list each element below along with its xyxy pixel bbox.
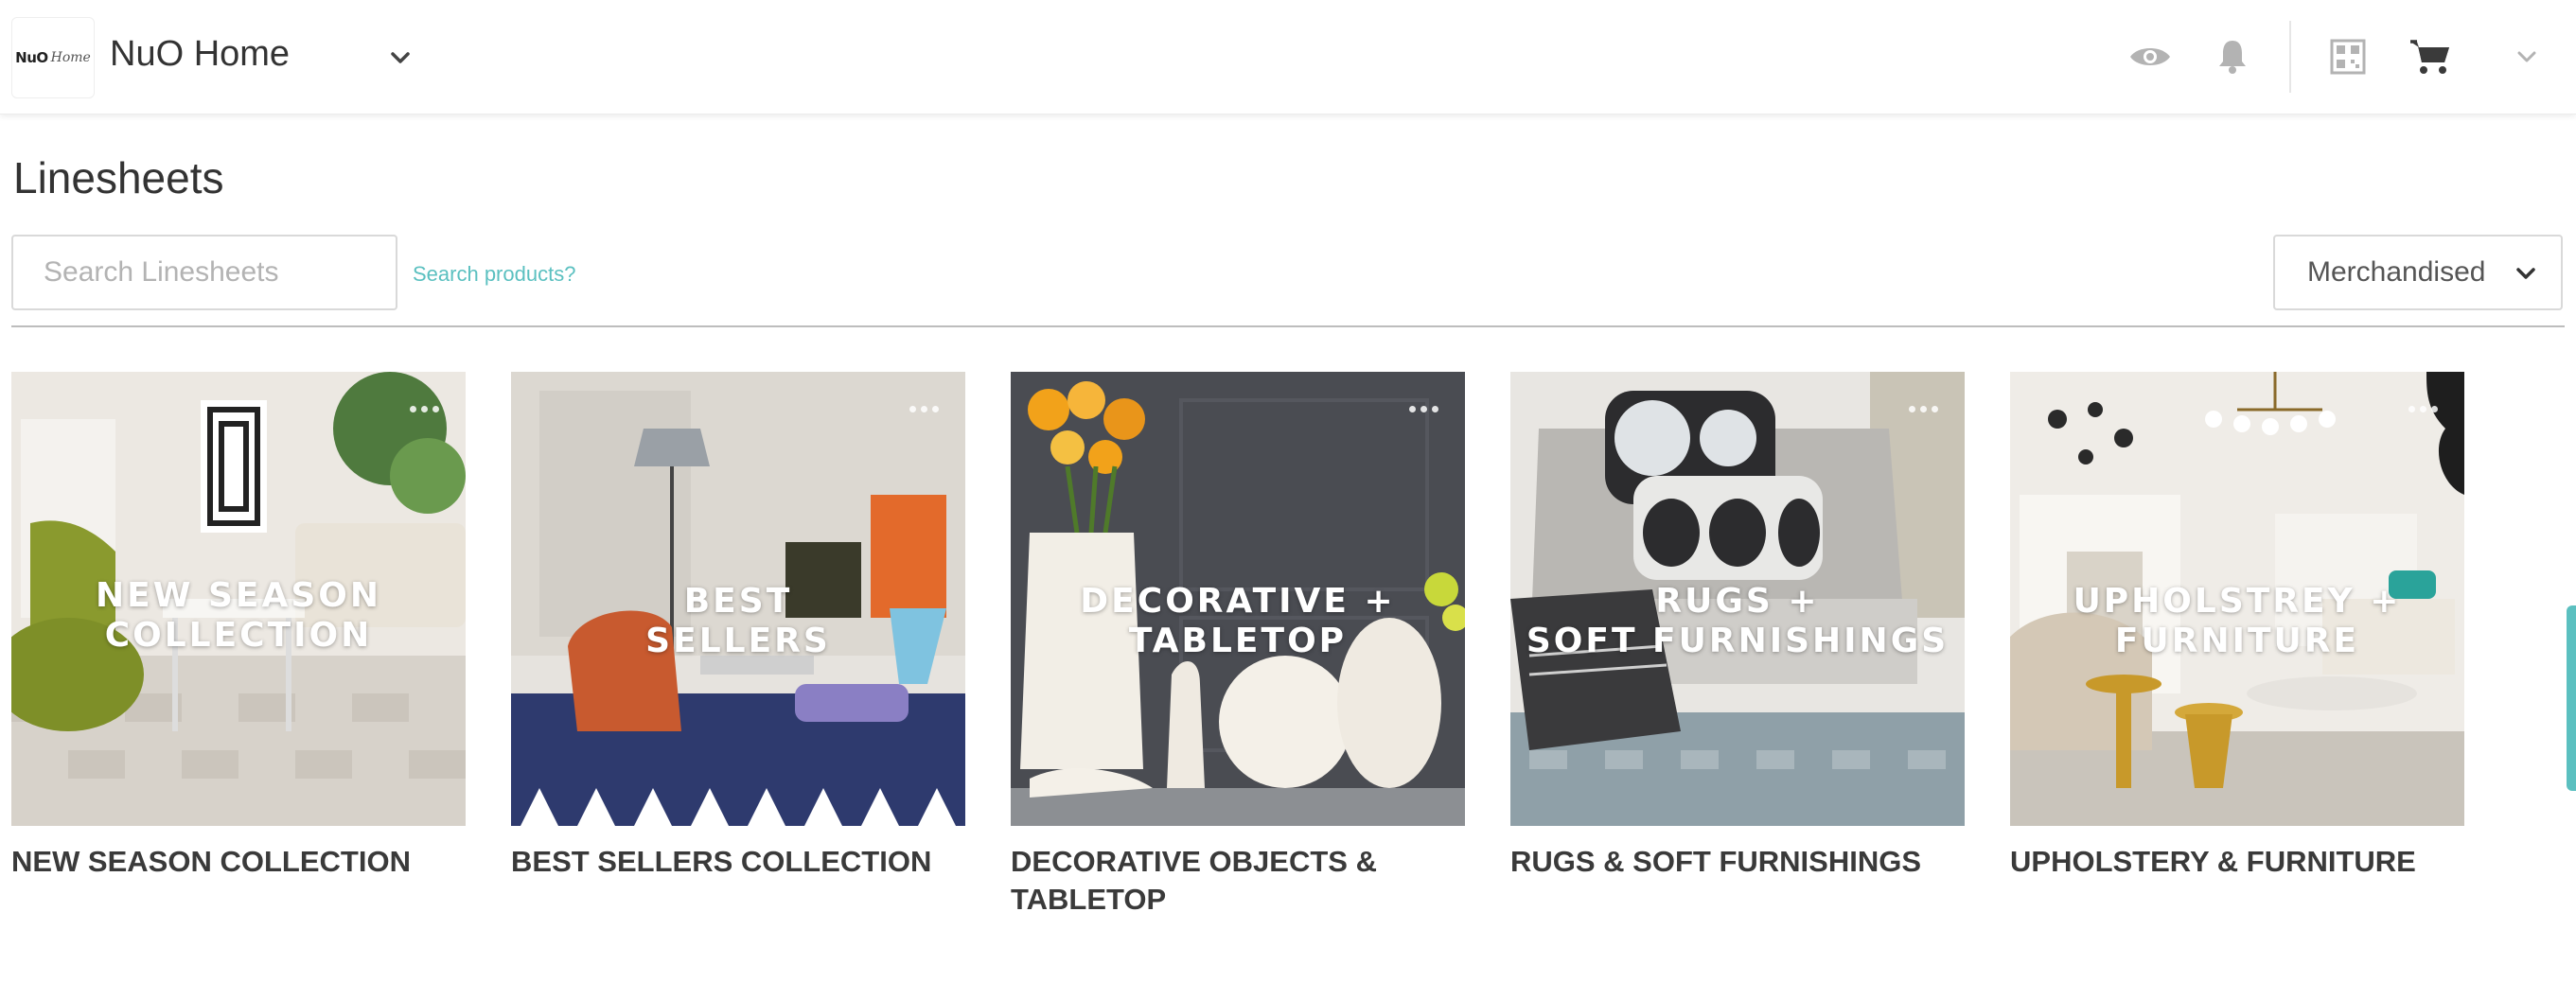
account-chevron-down-icon[interactable] [2504,34,2550,79]
linesheet-card-upholstery[interactable]: UPHOLSTREY + FURNITURE UPHOLSTERY & FURN… [2010,372,2464,881]
linesheet-title[interactable]: NEW SEASON COLLECTION [11,843,456,881]
search-products-link[interactable]: Search products? [413,262,575,287]
more-options-icon[interactable] [909,406,939,412]
search-input[interactable] [11,235,397,310]
logo-script: Home [50,50,91,65]
linesheet-thumbnail[interactable]: BEST SELLERS [511,372,965,826]
brand-name[interactable]: NuO Home [110,34,290,75]
more-options-icon[interactable] [1909,406,1938,412]
brand-logo[interactable]: NuO Home [11,17,95,98]
linesheet-thumbnail[interactable]: UPHOLSTREY + FURNITURE [2010,372,2464,826]
sort-dropdown[interactable]: Merchandised [2273,235,2563,310]
linesheet-thumbnail[interactable]: DECORATIVE + TABLETOP [1011,372,1465,826]
linesheet-overlay-text: BEST SELLERS [645,582,831,660]
linesheet-overlay-text: NEW SEASON COLLECTION [95,576,381,655]
linesheet-title[interactable]: DECORATIVE OBJECTS & TABLETOP [1011,843,1456,919]
linesheet-overlay-text: RUGS + SOFT FURNISHINGS [1526,582,1950,660]
qr-code-icon[interactable] [2325,34,2371,79]
more-options-icon[interactable] [2408,406,2438,412]
sort-selected-value: Merchandised [2307,256,2486,288]
linesheet-card-decorative[interactable]: DECORATIVE + TABLETOP DECORATIVE OBJECTS… [1011,372,1465,919]
linesheet-overlay-text: UPHOLSTREY + FURNITURE [2073,582,2402,660]
top-navigation-bar: NuO Home NuO Home [0,0,2576,114]
linesheet-title[interactable]: BEST SELLERS COLLECTION [511,843,956,881]
chevron-down-icon[interactable] [386,44,415,72]
linesheet-card-new-season[interactable]: NEW SEASON COLLECTION NEW SEASON COLLECT… [11,372,466,881]
linesheet-card-best-sellers[interactable]: BEST SELLERS BEST SELLERS COLLECTION [511,372,965,881]
side-panel-tab[interactable] [2567,605,2576,791]
eye-icon[interactable] [2127,34,2173,79]
linesheet-thumbnail[interactable]: NEW SEASON COLLECTION [11,372,466,826]
linesheet-thumbnail[interactable]: RUGS + SOFT FURNISHINGS [1510,372,1965,826]
logo-word: NuO [15,49,48,66]
linesheet-title[interactable]: UPHOLSTERY & FURNITURE [2010,843,2455,881]
divider-line [11,325,2565,327]
linesheet-overlay-text: DECORATIVE + TABLETOP [1080,582,1396,660]
cart-icon[interactable] [2408,34,2453,79]
chevron-down-icon [2512,259,2540,295]
header-divider [2289,21,2291,93]
linesheet-card-rugs[interactable]: RUGS + SOFT FURNISHINGS RUGS & SOFT FURN… [1510,372,1965,881]
linesheet-title[interactable]: RUGS & SOFT FURNISHINGS [1510,843,1955,881]
bell-icon[interactable] [2210,34,2255,79]
more-options-icon[interactable] [1409,406,1438,412]
more-options-icon[interactable] [410,406,439,412]
page-title: Linesheets [13,153,224,202]
